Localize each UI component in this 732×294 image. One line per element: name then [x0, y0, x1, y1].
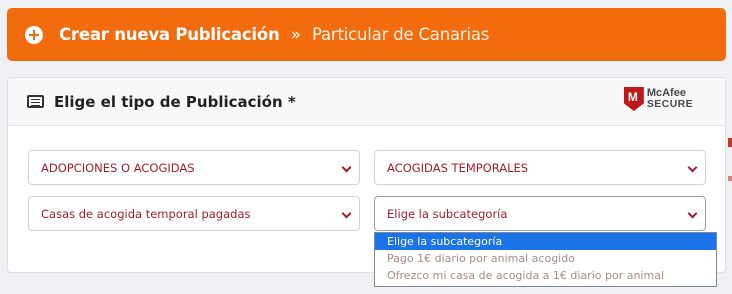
page-header: Crear nueva Publicación » Particular de … [7, 8, 726, 61]
breadcrumb-separator: » [290, 24, 301, 45]
chevron-down-icon [687, 208, 698, 219]
type-select[interactable]: ACOGIDAS TEMPORALES [374, 150, 706, 185]
dropdown-option[interactable]: Ofrezco mi casa de acogida a 1€ diario p… [375, 267, 716, 284]
card-header: Elige el tipo de Publicación * McAfee SE… [8, 78, 725, 126]
category-select-value: ADOPCIONES O ACOGIDAS [41, 160, 195, 175]
chevron-down-icon [341, 208, 352, 219]
mcafee-text: McAfee SECURE [647, 88, 693, 110]
mcafee-secure-badge[interactable]: McAfee SECURE [623, 87, 693, 111]
category-select[interactable]: ADOPCIONES O ACOGIDAS [28, 150, 360, 185]
mcafee-secure-label: SECURE [646, 98, 693, 110]
subcategory-select[interactable]: Elige la subcategoría [374, 196, 706, 231]
subtype-select[interactable]: Casas de acogida temporal pagadas [28, 196, 360, 231]
dropdown-option[interactable]: Elige la subcategoría [375, 233, 716, 250]
mcafee-shield-icon [623, 87, 644, 111]
plus-circle-icon [25, 25, 43, 44]
page: Crear nueva Publicación » Particular de … [0, 0, 732, 294]
chevron-down-icon [687, 162, 698, 173]
header-subtitle: Particular de Canarias [311, 25, 490, 44]
header-title: Crear nueva Publicación [59, 25, 280, 44]
type-select-value: ACOGIDAS TEMPORALES [387, 160, 529, 175]
edge-fragment [728, 138, 732, 147]
subcategory-dropdown: Elige la subcategoría Pago 1€ diario por… [374, 232, 717, 287]
chevron-down-icon [341, 162, 352, 173]
subcategory-select-value: Elige la subcategoría [387, 206, 508, 221]
dropdown-option[interactable]: Pago 1€ diario por animal acogido [375, 250, 716, 267]
card-title: Elige el tipo de Publicación * [54, 92, 296, 111]
subtype-select-value: Casas de acogida temporal pagadas [41, 206, 251, 221]
edge-fragment [728, 176, 732, 181]
list-icon [27, 95, 44, 108]
